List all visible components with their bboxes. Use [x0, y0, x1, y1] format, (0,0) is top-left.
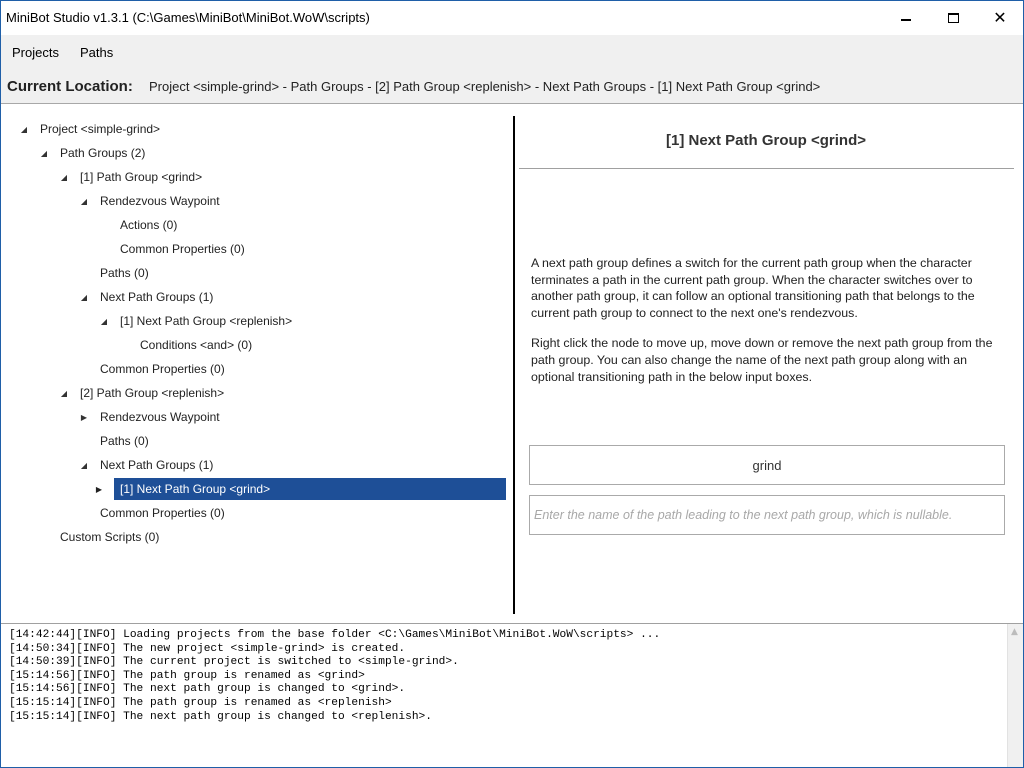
- detail-description: A next path group defines a switch for t…: [531, 255, 1001, 385]
- tree-node-label: Path Groups (2): [60, 146, 146, 160]
- location-breadcrumb: Project <simple-grind> - Path Groups - […: [149, 79, 821, 94]
- expanded-arrow-icon[interactable]: ◢: [19, 124, 29, 134]
- expanded-arrow-icon[interactable]: ◢: [59, 388, 69, 398]
- scroll-up-icon[interactable]: ▲: [1011, 627, 1018, 637]
- log-line: [15:14:56][INFO] The next path group is …: [9, 683, 406, 696]
- log-line: [14:42:44][INFO] Loading projects from t…: [9, 629, 661, 641]
- tree-node-label: Next Path Groups (1): [100, 458, 214, 472]
- tree-node-label: Next Path Groups (1): [100, 290, 214, 304]
- log-line: [15:14:56][INFO] The path group is renam…: [9, 669, 365, 682]
- tree-node-label: Common Properties (0): [120, 242, 245, 256]
- tree-node-label: [1] Next Path Group <grind>: [120, 482, 271, 496]
- log-scrollbar[interactable]: ▲: [1007, 624, 1023, 767]
- menu-bar: Projects Paths: [1, 35, 1023, 71]
- expanded-arrow-icon[interactable]: ◢: [79, 196, 89, 206]
- tree-node[interactable]: ◢ [1] Path Group <grind>: [1, 166, 506, 188]
- tree-node[interactable]: ◢ Next Path Groups (1): [1, 286, 506, 308]
- tree-node[interactable]: ◢ [2] Path Group <replenish>: [1, 382, 506, 404]
- tree-node[interactable]: Actions (0): [1, 214, 506, 236]
- close-button[interactable]: ✕: [977, 1, 1023, 35]
- expanded-arrow-icon[interactable]: ◢: [79, 460, 89, 470]
- app-window: MiniBot Studio v1.3.1 (C:\Games\MiniBot\…: [0, 0, 1024, 768]
- tree-node[interactable]: Custom Scripts (0): [1, 526, 506, 548]
- log-line: [15:15:14][INFO] The path group is renam…: [9, 696, 392, 709]
- tree-node-label: Project <simple-grind>: [40, 122, 161, 136]
- next-path-group-name-input[interactable]: [529, 445, 1005, 485]
- expanded-arrow-icon[interactable]: ◢: [39, 148, 49, 158]
- tree-node[interactable]: Paths (0): [1, 430, 506, 452]
- tree-node-label: [1] Next Path Group <replenish>: [120, 314, 293, 328]
- expanded-arrow-icon[interactable]: ◢: [99, 316, 109, 326]
- close-icon: ✕: [993, 8, 1007, 27]
- menu-paths[interactable]: Paths: [80, 45, 113, 60]
- tree-node-label: Rendezvous Waypoint: [100, 194, 220, 208]
- tree-node[interactable]: ◢ Project <simple-grind>: [1, 118, 506, 140]
- minimize-icon: [901, 19, 911, 21]
- tree-node[interactable]: Common Properties (0): [1, 358, 506, 380]
- window-title: MiniBot Studio v1.3.1 (C:\Games\MiniBot\…: [6, 10, 370, 25]
- tree-node-label: Paths (0): [100, 434, 149, 448]
- tree-node-label: [2] Path Group <replenish>: [80, 386, 225, 400]
- description-paragraph-2: Right click the node to move up, move do…: [531, 336, 993, 384]
- tree-node[interactable]: ◢ Rendezvous Waypoint: [1, 190, 506, 212]
- tree-node-label: Custom Scripts (0): [60, 530, 160, 544]
- maximize-button[interactable]: [930, 1, 976, 35]
- project-tree[interactable]: ◢ Project <simple-grind> ◢ Path Groups (2) ◢…: [1, 105, 513, 617]
- expanded-arrow-icon[interactable]: ◢: [59, 172, 69, 182]
- tree-node-label: Actions (0): [120, 218, 178, 232]
- menu-projects[interactable]: Projects: [12, 45, 59, 60]
- tree-node[interactable]: ◢ [1] Next Path Group <replenish>: [1, 310, 506, 332]
- tree-node[interactable]: Paths (0): [1, 262, 506, 284]
- expanded-arrow-icon[interactable]: ◢: [79, 292, 89, 302]
- pane-splitter[interactable]: [513, 116, 515, 614]
- tree-node-label: [1] Path Group <grind>: [80, 170, 203, 184]
- detail-pane: [1] Next Path Group <grind> A next path …: [517, 105, 1023, 617]
- tree-node-label: Paths (0): [100, 266, 149, 280]
- tree-node[interactable]: ▶ Rendezvous Waypoint: [1, 406, 506, 428]
- tree-node[interactable]: ◢ Next Path Groups (1): [1, 454, 506, 476]
- tree-node-label: Rendezvous Waypoint: [100, 410, 220, 424]
- tree-node-selected[interactable]: ▶ [1] Next Path Group <grind>: [96, 478, 506, 500]
- log-pane[interactable]: [14:42:44][INFO] Loading projects from t…: [1, 623, 1023, 767]
- tree-node[interactable]: Conditions <and> (0): [1, 334, 506, 356]
- tree-node-label: Common Properties (0): [100, 362, 225, 376]
- description-paragraph-1: A next path group defines a switch for t…: [531, 256, 975, 320]
- location-label: Current Location:: [7, 78, 133, 95]
- collapsed-arrow-icon[interactable]: ▶: [94, 484, 104, 494]
- transition-path-input[interactable]: [529, 495, 1005, 535]
- maximize-icon: [947, 13, 959, 23]
- tree-node[interactable]: Common Properties (0): [1, 502, 506, 524]
- detail-divider: [519, 168, 1014, 169]
- log-line: [15:15:14][INFO] The next path group is …: [9, 710, 432, 723]
- log-output: [14:42:44][INFO] Loading projects from t…: [9, 629, 660, 724]
- tree-node[interactable]: Common Properties (0): [1, 238, 506, 260]
- collapsed-arrow-icon[interactable]: ▶: [79, 412, 89, 422]
- tree-node-label: Common Properties (0): [100, 506, 225, 520]
- title-bar[interactable]: MiniBot Studio v1.3.1 (C:\Games\MiniBot\…: [1, 1, 1023, 35]
- location-bar: Current Location: Project <simple-grind>…: [1, 71, 1023, 104]
- tree-node-label: Conditions <and> (0): [140, 338, 253, 352]
- minimize-button[interactable]: [883, 1, 929, 35]
- log-line: [14:50:39][INFO] The current project is …: [9, 656, 459, 669]
- detail-title: [1] Next Path Group <grind>: [665, 132, 867, 149]
- tree-node[interactable]: ◢ Path Groups (2): [1, 142, 506, 164]
- log-line: [14:50:34][INFO] The new project <simple…: [9, 642, 406, 655]
